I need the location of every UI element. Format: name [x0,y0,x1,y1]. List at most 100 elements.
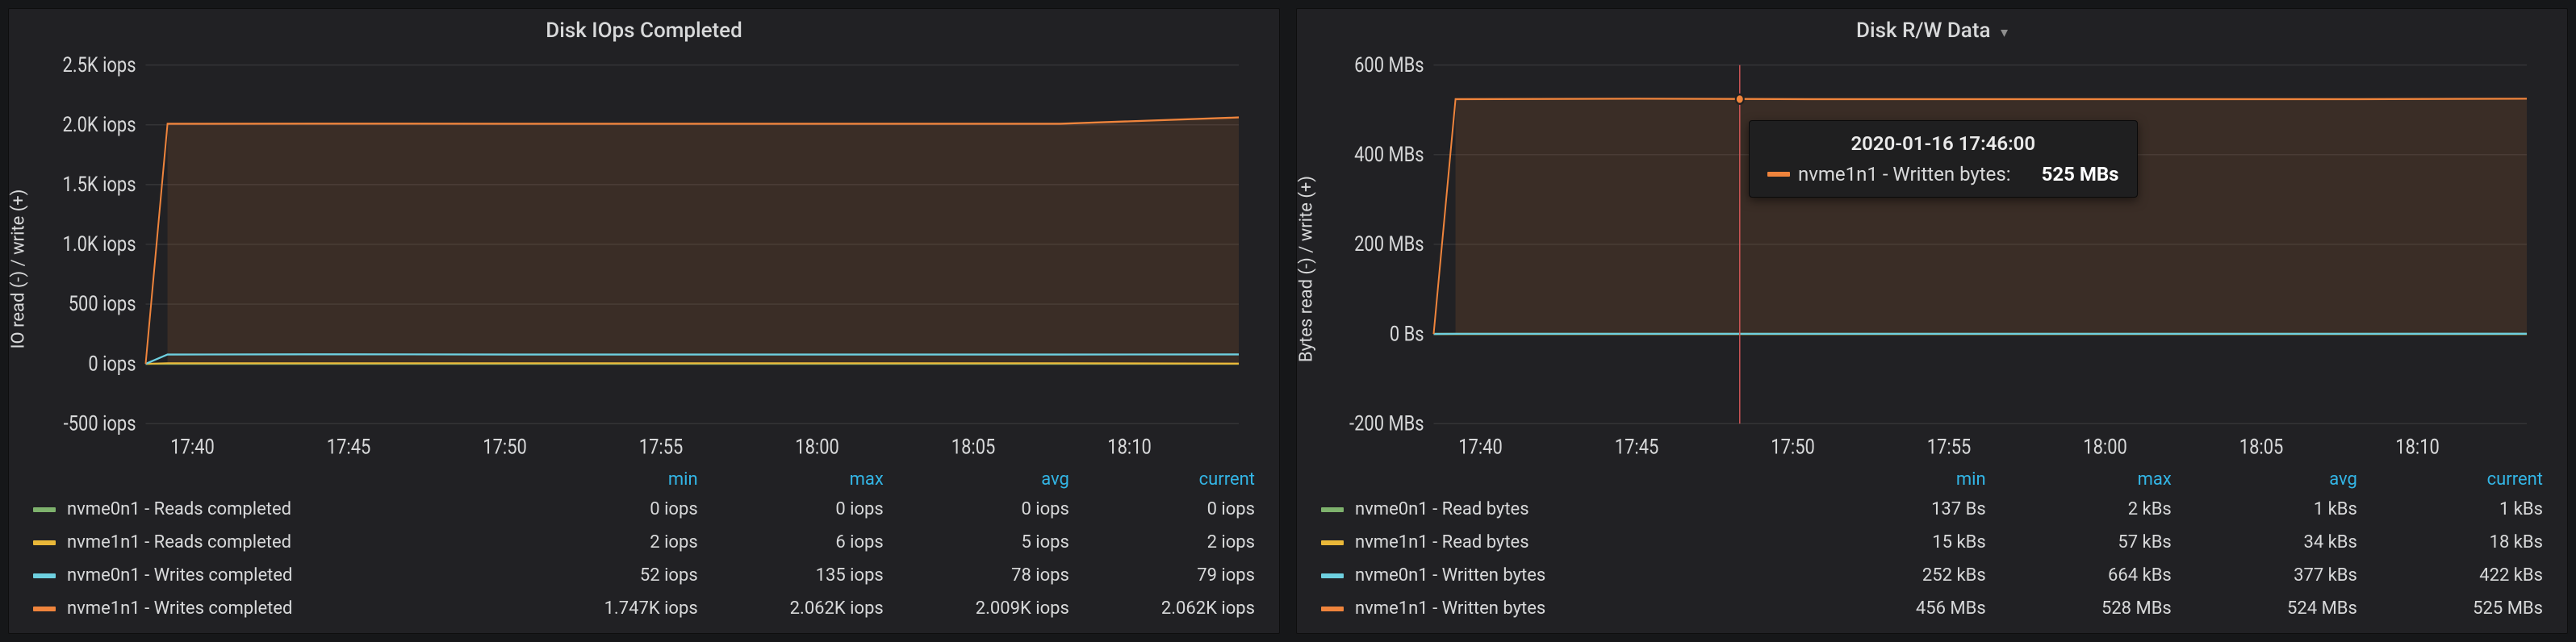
panel-title[interactable]: Disk IOps Completed [9,9,1279,48]
legend-current: 0 iops [1077,493,1263,526]
legend-name[interactable]: nvme0n1 - Reads completed [25,493,521,526]
legend-table-rw: min max avg current nvme0n1 - Read bytes… [1313,466,2551,625]
svg-text:400 MBs: 400 MBs [1354,142,1424,166]
col-current[interactable]: current [2365,466,2551,493]
legend-min: 252 kBs [1809,559,1994,592]
y-axis-label: Bytes read (-) / write (+) [1297,175,1317,361]
svg-text:17:40: 17:40 [170,435,215,459]
legend-max: 0 iops [706,493,892,526]
legend-name[interactable]: nvme1n1 - Writes completed [25,592,521,625]
chevron-down-icon[interactable]: ▾ [2001,24,2008,41]
svg-text:600 MBs: 600 MBs [1354,56,1424,77]
svg-text:17:40: 17:40 [1458,435,1503,459]
svg-text:18:00: 18:00 [2083,435,2127,459]
legend-name[interactable]: nvme0n1 - Writes completed [25,559,521,592]
tooltip-label: nvme1n1 - Written bytes: [1798,163,2011,186]
col-max[interactable]: max [706,466,892,493]
legend-row[interactable]: nvme0n1 - Writes completed52 iops135 iop… [25,559,1263,592]
legend-max: 528 MBs [1994,592,2180,625]
legend-current: 1 kBs [2365,493,2551,526]
legend-avg: 5 iops [892,526,1077,559]
legend-max: 2.062K iops [706,592,892,625]
legend-name[interactable]: nvme1n1 - Reads completed [25,526,521,559]
y-axis-label: IO read (-) / write (+) [9,189,29,348]
legend-avg: 34 kBs [2180,526,2365,559]
legend-row[interactable]: nvme0n1 - Written bytes252 kBs664 kBs377… [1313,559,2551,592]
svg-text:18:05: 18:05 [951,435,996,459]
svg-text:2.0K iops: 2.0K iops [63,112,136,136]
svg-text:-200 MBs: -200 MBs [1349,411,1424,436]
legend-max: 135 iops [706,559,892,592]
svg-text:18:10: 18:10 [2395,435,2440,459]
dashboard-row: Disk IOps Completed IO read (-) / write … [0,0,2576,642]
col-current[interactable]: current [1077,466,1263,493]
panel-disk-rw[interactable]: Disk R/W Data ▾ Bytes read (-) / write (… [1296,8,2568,634]
svg-text:0 Bs: 0 Bs [1390,322,1424,346]
svg-text:17:55: 17:55 [639,435,684,459]
series-swatch-icon [33,607,56,611]
legend-avg: 2.009K iops [892,592,1077,625]
svg-text:17:50: 17:50 [483,435,527,459]
legend-avg: 78 iops [892,559,1077,592]
legend-current: 18 kBs [2365,526,2551,559]
series-swatch-icon [33,507,56,512]
legend-avg: 1 kBs [2180,493,2365,526]
col-min[interactable]: min [521,466,706,493]
chart-area-iops[interactable]: IO read (-) / write (+) -500 iops0 iops5… [41,56,1247,461]
legend-current: 79 iops [1077,559,1263,592]
legend-row[interactable]: nvme0n1 - Reads completed0 iops0 iops0 i… [25,493,1263,526]
legend-row[interactable]: nvme1n1 - Written bytes456 MBs528 MBs524… [1313,592,2551,625]
tooltip-swatch-icon [1767,172,1790,177]
legend-min: 52 iops [521,559,706,592]
panel-title-text: Disk R/W Data [1856,19,1991,43]
chart-area-rw[interactable]: Bytes read (-) / write (+) -200 MBs0 Bs2… [1329,56,2535,461]
legend-name[interactable]: nvme0n1 - Written bytes [1313,559,1809,592]
legend-avg: 524 MBs [2180,592,2365,625]
col-name[interactable] [1313,466,1809,493]
legend-table-iops: min max avg current nvme0n1 - Reads comp… [25,466,1263,625]
panel-title[interactable]: Disk R/W Data ▾ [1297,9,2567,48]
svg-text:-500 iops: -500 iops [64,411,136,436]
col-name[interactable] [25,466,521,493]
col-min[interactable]: min [1809,466,1994,493]
series-swatch-icon [1321,607,1344,611]
col-max[interactable]: max [1994,466,2180,493]
legend-avg: 377 kBs [2180,559,2365,592]
tooltip-value: 525 MBs [2042,163,2119,186]
series-swatch-icon [1321,507,1344,512]
chart-svg[interactable]: -200 MBs 0 Bs 200 MBs 400 MBs 600 MBs 17:40 17… [1329,56,2535,461]
legend-min: 137 Bs [1809,493,1994,526]
svg-text:1.5K iops: 1.5K iops [63,172,136,196]
legend-max: 6 iops [706,526,892,559]
legend-row[interactable]: nvme1n1 - Reads completed2 iops6 iops5 i… [25,526,1263,559]
legend-max: 2 kBs [1994,493,2180,526]
svg-text:18:05: 18:05 [2239,435,2284,459]
series-swatch-icon [1321,540,1344,545]
svg-text:0 iops: 0 iops [88,352,136,376]
svg-text:18:10: 18:10 [1107,435,1152,459]
legend-row[interactable]: nvme0n1 - Read bytes137 Bs2 kBs1 kBs1 kB… [1313,493,2551,526]
svg-text:17:45: 17:45 [327,435,371,459]
legend-avg: 0 iops [892,493,1077,526]
svg-text:200 MBs: 200 MBs [1354,231,1424,256]
legend-min: 456 MBs [1809,592,1994,625]
series-swatch-icon [33,540,56,545]
legend-row[interactable]: nvme1n1 - Writes completed1.747K iops2.0… [25,592,1263,625]
legend-row[interactable]: nvme1n1 - Read bytes15 kBs57 kBs34 kBs18… [1313,526,2551,559]
svg-text:17:55: 17:55 [1927,435,1972,459]
legend-min: 15 kBs [1809,526,1994,559]
legend-current: 2.062K iops [1077,592,1263,625]
legend-current: 422 kBs [2365,559,2551,592]
legend-current: 525 MBs [2365,592,2551,625]
legend-name[interactable]: nvme1n1 - Read bytes [1313,526,1809,559]
col-avg[interactable]: avg [2180,466,2365,493]
col-avg[interactable]: avg [892,466,1077,493]
chart-svg[interactable]: -500 iops0 iops500 iops1.0K iops1.5K iop… [41,56,1247,461]
legend-min: 2 iops [521,526,706,559]
legend-name[interactable]: nvme0n1 - Read bytes [1313,493,1809,526]
legend-max: 664 kBs [1994,559,2180,592]
legend-name[interactable]: nvme1n1 - Written bytes [1313,592,1809,625]
series-swatch-icon [1321,573,1344,578]
panel-disk-iops[interactable]: Disk IOps Completed IO read (-) / write … [8,8,1280,634]
svg-text:18:00: 18:00 [795,435,839,459]
